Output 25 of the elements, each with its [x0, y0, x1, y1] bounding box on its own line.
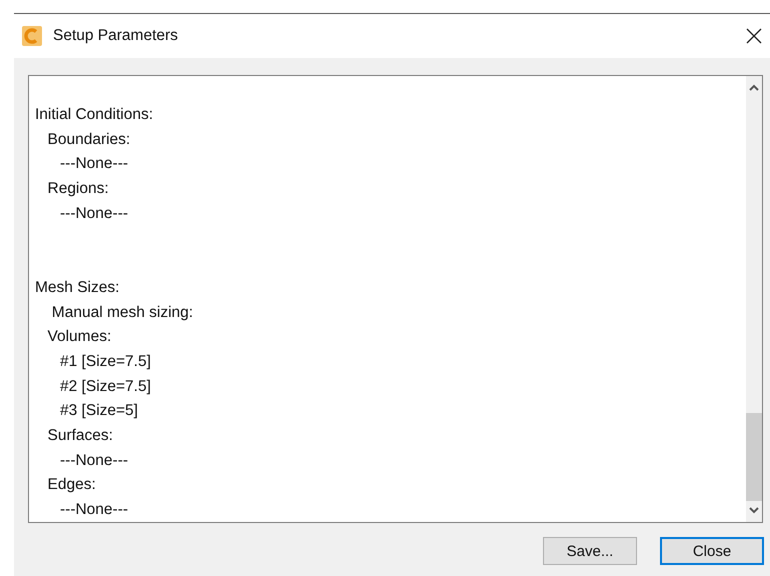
scroll-down-icon[interactable] — [749, 507, 759, 514]
content-line: Mesh Sizes: — [35, 278, 120, 298]
save-button[interactable]: Save... — [543, 537, 637, 565]
window-title: Setup Parameters — [53, 27, 179, 45]
app-logo-icon — [22, 26, 42, 46]
content-line: Initial Conditions: — [35, 105, 154, 125]
content-line: ---None--- — [59, 500, 128, 520]
content-line: ---None--- — [59, 204, 128, 224]
content-line: ---None--- — [59, 154, 128, 174]
content-line: ---None--- — [59, 450, 128, 471]
content-line: #3 [Size=5] — [59, 401, 138, 422]
content-line: Manual mesh sizing: — [50, 302, 194, 323]
scrollbar[interactable] — [746, 76, 762, 522]
close-icon[interactable] — [746, 28, 762, 44]
content-line: Regions: — [46, 179, 109, 200]
content-line: Boundaries: — [46, 130, 130, 150]
close-button[interactable]: Close — [660, 537, 764, 565]
content-line: Volumes: — [46, 327, 112, 348]
content-line: Surfaces: — [46, 426, 113, 446]
content-line: Edges: — [46, 475, 96, 496]
scroll-up-icon[interactable] — [749, 84, 759, 91]
text-area[interactable]: Initial Conditions: Boundaries: ---None--- Regions: ---None--- Mesh Sizes: Manual mesh sizing: Volumes: #1 [Size=7.5] #2 [Size=7.5] #3 [Size=5] Surfaces: ---None--- Edges: ---None--- — [28, 75, 763, 523]
scrollbar-thumb[interactable] — [746, 413, 762, 501]
content-line: #1 [Size=7.5] — [59, 352, 151, 372]
content-line: #2 [Size=7.5] — [59, 376, 151, 397]
